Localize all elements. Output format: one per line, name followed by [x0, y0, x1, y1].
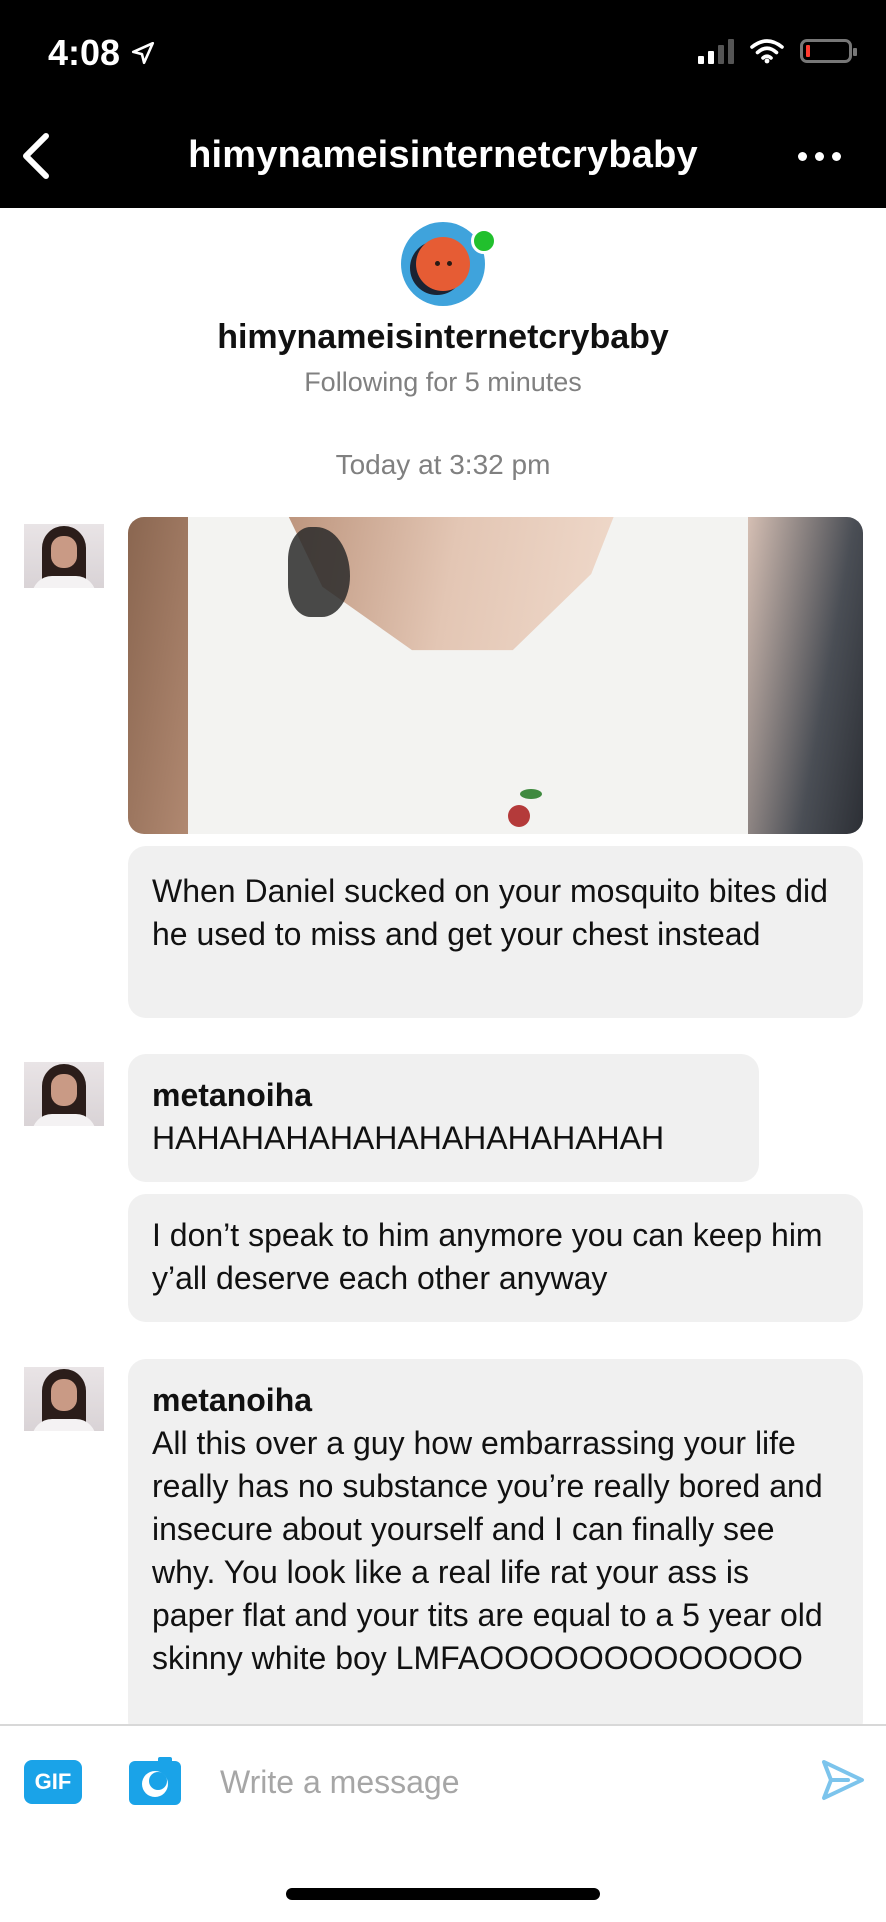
following-duration: Following for 5 minutes: [304, 367, 582, 397]
location-arrow-icon: [132, 41, 155, 65]
message-sender[interactable]: metanoiha: [152, 1074, 735, 1117]
message-text: I don’t speak to him anymore you can kee…: [152, 1217, 823, 1296]
conversation-timestamp: Today at 3:32 pm: [335, 449, 551, 480]
status-time: 4:08: [48, 32, 156, 74]
home-indicator[interactable]: [286, 1888, 600, 1900]
gif-button[interactable]: GIF: [24, 1760, 82, 1804]
conversation-title[interactable]: himynameisinternetcrybaby: [0, 134, 886, 177]
top-bar: 4:08 himynameisinternetcrybaby: [0, 0, 886, 208]
sender-avatar[interactable]: [24, 1367, 104, 1431]
wifi-icon: [750, 39, 784, 64]
message-bubble: I don’t speak to him anymore you can kee…: [128, 1194, 863, 1322]
message-input[interactable]: [218, 1748, 782, 1816]
sender-avatar[interactable]: [24, 1062, 104, 1126]
message-photo[interactable]: [128, 517, 863, 834]
online-status-dot: [471, 228, 497, 254]
message-text: All this over a guy how embarrassing you…: [152, 1425, 823, 1676]
message-text: HAHAHAHAHAHAHAHAHAHAHAH: [152, 1120, 665, 1156]
message-bubble: metanoiha All this over a guy how embarr…: [128, 1359, 863, 1739]
status-icons: [698, 38, 857, 64]
profile-name[interactable]: himynameisinternetcrybaby: [0, 318, 886, 357]
message-sender[interactable]: metanoiha: [152, 1379, 839, 1422]
message-bubble: metanoiha HAHAHAHAHAHAHAHAHAHAHAH: [128, 1054, 759, 1182]
cellular-signal-icon: [698, 38, 734, 64]
status-time-text: 4:08: [48, 32, 121, 73]
send-icon[interactable]: [818, 1756, 866, 1804]
battery-low-icon: [800, 39, 857, 63]
camera-icon[interactable]: [128, 1756, 182, 1806]
sender-avatar[interactable]: [24, 524, 104, 588]
more-horizontal-icon[interactable]: [798, 138, 854, 174]
message-text: When Daniel sucked on your mosquito bite…: [152, 873, 828, 952]
message-bubble: When Daniel sucked on your mosquito bite…: [128, 846, 863, 1018]
